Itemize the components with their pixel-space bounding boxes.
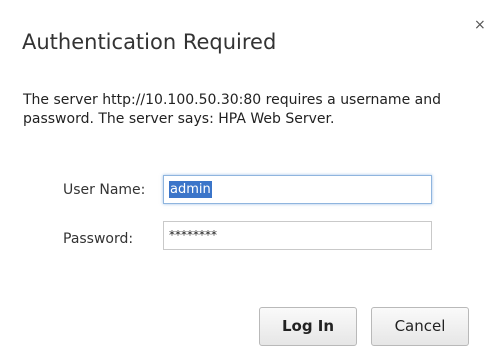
- dialog-title: Authentication Required: [22, 30, 277, 54]
- log-in-button[interactable]: Log In: [259, 307, 357, 346]
- authentication-dialog: × Authentication Required The server htt…: [0, 0, 486, 346]
- username-value: admin: [169, 181, 212, 198]
- password-field[interactable]: ********: [163, 221, 432, 250]
- dialog-message: The server http://10.100.50.30:80 requir…: [23, 92, 441, 127]
- username-field[interactable]: admin: [163, 175, 432, 204]
- close-icon[interactable]: ×: [474, 18, 486, 32]
- cancel-button[interactable]: Cancel: [371, 307, 469, 346]
- username-label: User Name:: [63, 182, 146, 198]
- password-label: Password:: [63, 231, 134, 247]
- password-value: ********: [169, 228, 217, 242]
